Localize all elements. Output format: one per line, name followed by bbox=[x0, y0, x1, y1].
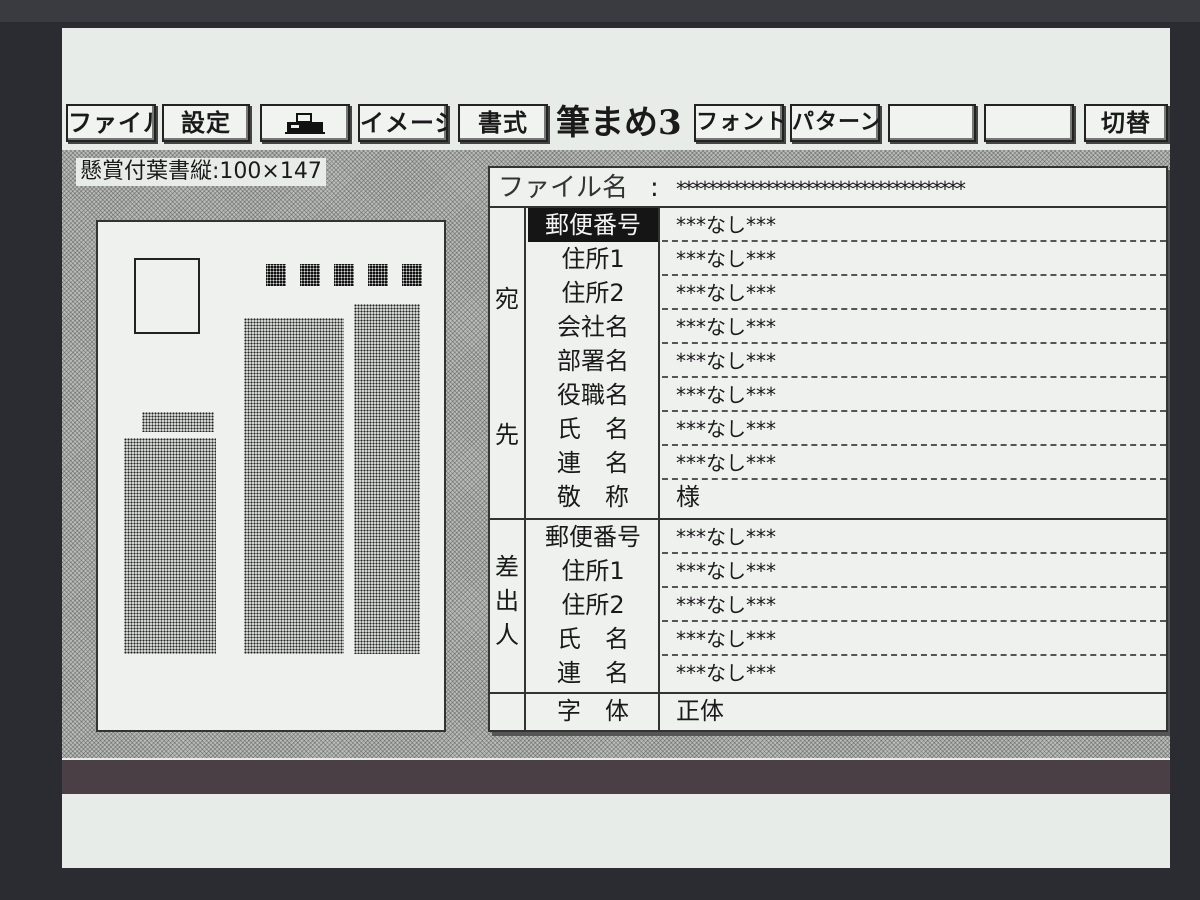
menu-bar: ファイル 設定 イメージ 書式 筆まめ3 フォント パターン 切替 bbox=[62, 98, 1170, 150]
menu-switch-button[interactable]: 切替 bbox=[1084, 104, 1168, 142]
row-value[interactable]: ***なし*** bbox=[676, 208, 776, 242]
recipient-row-name[interactable]: 氏 名 ***なし*** bbox=[490, 412, 1166, 446]
row-label: 住所2 bbox=[561, 279, 625, 307]
row-label: 氏 名 bbox=[557, 415, 629, 443]
stamp-box bbox=[134, 258, 200, 334]
row-value[interactable]: ***なし*** bbox=[676, 446, 776, 480]
printer-icon bbox=[285, 113, 325, 134]
row-label: 郵便番号 bbox=[528, 208, 658, 242]
monitor-bezel bbox=[0, 0, 1200, 22]
row-value[interactable]: 様 bbox=[676, 480, 700, 514]
file-name-value[interactable]: ************************************ bbox=[676, 174, 1164, 204]
recipient-row-address1[interactable]: 住所1 ***なし*** bbox=[490, 242, 1166, 276]
message-area bbox=[62, 794, 1170, 868]
zip-box bbox=[266, 264, 286, 286]
menu-font-button[interactable]: フォント bbox=[694, 104, 784, 142]
row-value[interactable]: ***なし*** bbox=[676, 520, 776, 554]
recipient-row-joint-name[interactable]: 連 名 ***なし*** bbox=[490, 446, 1166, 480]
row-label: 住所2 bbox=[561, 591, 625, 619]
zip-box bbox=[334, 264, 354, 286]
row-label: 郵便番号 bbox=[545, 523, 641, 551]
postcard-preview[interactable] bbox=[96, 220, 446, 732]
main-area: 懸賞付葉書縦:100×147 ファイル名 : *****************… bbox=[62, 150, 1170, 758]
status-bar-dark bbox=[62, 760, 1170, 794]
name-block bbox=[244, 318, 344, 654]
recipient-row-zip[interactable]: 郵便番号 ***なし*** bbox=[490, 208, 1166, 242]
row-value[interactable]: ***なし*** bbox=[676, 242, 776, 276]
zip-box bbox=[402, 264, 422, 286]
recipient-row-company[interactable]: 会社名 ***なし*** bbox=[490, 310, 1166, 344]
recipient-row-position[interactable]: 役職名 ***なし*** bbox=[490, 378, 1166, 412]
font-style-row[interactable]: 字 体 正体 bbox=[490, 694, 1166, 728]
row-value[interactable]: ***なし*** bbox=[676, 656, 776, 690]
row-value[interactable]: ***なし*** bbox=[676, 554, 776, 588]
row-value[interactable]: ***なし*** bbox=[676, 622, 776, 656]
file-name-row: ファイル名 : ********************************… bbox=[490, 168, 1166, 208]
card-type-label: 懸賞付葉書縦:100×147 bbox=[76, 158, 326, 186]
sender-row-address1[interactable]: 住所1 ***なし*** bbox=[490, 554, 1166, 588]
menu-image-button[interactable]: イメージ bbox=[358, 104, 448, 142]
row-label: 部署名 bbox=[557, 347, 629, 375]
screen: ファイル 設定 イメージ 書式 筆まめ3 フォント パターン 切替 懸賞付葉書縦… bbox=[62, 28, 1170, 868]
row-label: 会社名 bbox=[557, 313, 629, 341]
row-value[interactable]: ***なし*** bbox=[676, 276, 776, 310]
row-label: 氏 名 bbox=[557, 625, 629, 653]
sender-address-block bbox=[124, 438, 216, 654]
file-name-label: ファイル名 bbox=[498, 173, 629, 203]
row-value[interactable]: ***なし*** bbox=[676, 378, 776, 412]
row-label: 字 体 bbox=[557, 697, 629, 725]
sender-row-joint-name[interactable]: 連 名 ***なし*** bbox=[490, 656, 1166, 690]
sender-section: 差 出 人 郵便番号 ***なし*** 住所1 ***なし*** 住所2 ***… bbox=[490, 520, 1166, 692]
row-label: 連 名 bbox=[557, 449, 629, 477]
recipient-row-department[interactable]: 部署名 ***なし*** bbox=[490, 344, 1166, 378]
app-title: 筆まめ3 bbox=[556, 103, 682, 143]
row-label: 住所1 bbox=[561, 245, 625, 273]
sender-row-zip[interactable]: 郵便番号 ***なし*** bbox=[490, 520, 1166, 554]
menu-file-button[interactable]: ファイル bbox=[66, 104, 156, 142]
menu-settings-button[interactable]: 設定 bbox=[162, 104, 250, 142]
row-label: 住所1 bbox=[561, 557, 625, 585]
menu-pattern-button[interactable]: パターン bbox=[790, 104, 880, 142]
row-value[interactable]: ***なし*** bbox=[676, 344, 776, 378]
row-label: 役職名 bbox=[557, 381, 629, 409]
row-label: 連 名 bbox=[557, 659, 629, 687]
row-value[interactable]: ***なし*** bbox=[676, 310, 776, 344]
row-value[interactable]: ***なし*** bbox=[676, 412, 776, 446]
zip-box bbox=[368, 264, 388, 286]
file-name-colon: : bbox=[650, 173, 659, 203]
row-value[interactable]: 正体 bbox=[676, 694, 724, 728]
sender-row-name[interactable]: 氏 名 ***なし*** bbox=[490, 622, 1166, 656]
recipient-section: 宛 先 郵便番号 ***なし*** 住所1 ***なし*** 住所2 ***なし… bbox=[490, 208, 1166, 518]
address-block bbox=[354, 304, 420, 654]
recipient-row-address2[interactable]: 住所2 ***なし*** bbox=[490, 276, 1166, 310]
zip-box bbox=[300, 264, 320, 286]
address-form-panel: ファイル名 : ********************************… bbox=[488, 166, 1168, 732]
sender-zip-block bbox=[142, 412, 214, 432]
menu-blank-button-2[interactable] bbox=[984, 104, 1074, 142]
menu-print-button[interactable] bbox=[260, 104, 350, 142]
menu-format-button[interactable]: 書式 bbox=[458, 104, 548, 142]
sender-row-address2[interactable]: 住所2 ***なし*** bbox=[490, 588, 1166, 622]
menu-blank-button-1[interactable] bbox=[888, 104, 976, 142]
font-style-section: 字 体 正体 bbox=[490, 694, 1166, 730]
row-value[interactable]: ***なし*** bbox=[676, 588, 776, 622]
row-label: 敬 称 bbox=[557, 483, 629, 511]
recipient-row-honorific[interactable]: 敬 称 様 bbox=[490, 480, 1166, 514]
